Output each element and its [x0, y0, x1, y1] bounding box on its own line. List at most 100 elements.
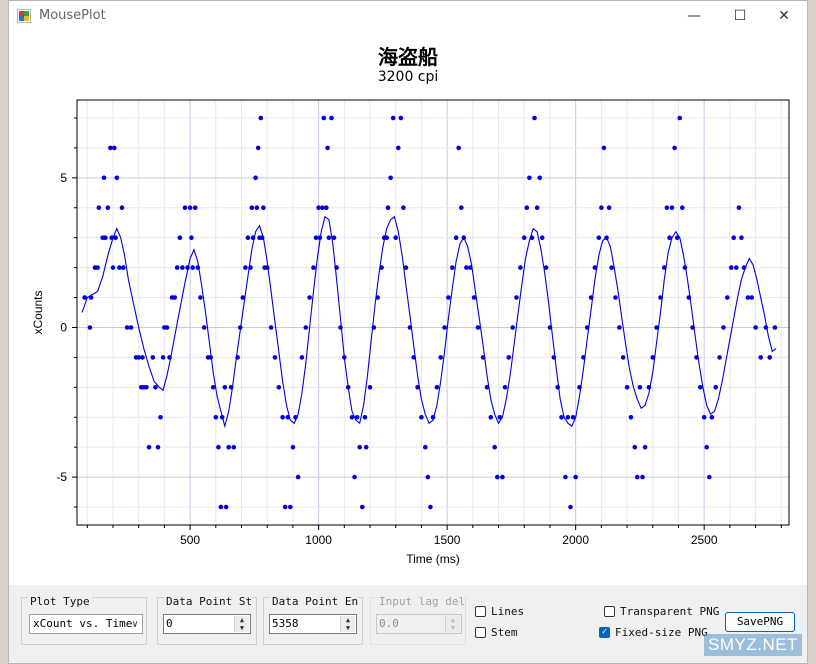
data-point: [396, 145, 401, 151]
stem-checkbox[interactable]: Stem: [475, 626, 518, 639]
data-point: [547, 325, 553, 330]
data-point: [667, 235, 672, 240]
data-point: [371, 325, 377, 330]
checkmark-icon[interactable]: ✓: [599, 627, 610, 638]
data-start-input[interactable]: 0 ▲ ▼: [163, 614, 251, 634]
data-start-spinner[interactable]: ▲ ▼: [234, 616, 249, 632]
data-point: [506, 355, 512, 360]
data-point: [128, 325, 134, 330]
plot-area[interactable]: 海盗船 3200 cpi 500 1000 1500 2000 2500 -5 0 5 Time…: [9, 31, 807, 585]
data-point: [249, 205, 255, 210]
data-point: [599, 205, 604, 210]
data-point: [563, 474, 568, 480]
title-bar[interactable]: MousePlot — ☐ ✕: [9, 1, 807, 31]
data-point: [293, 415, 298, 420]
data-point: [254, 205, 260, 210]
data-point: [248, 265, 253, 270]
maximize-button[interactable]: ☐: [717, 1, 763, 31]
data-point: [701, 415, 707, 420]
data-point: [690, 325, 695, 330]
checkbox-box[interactable]: [475, 606, 486, 617]
data-point: [375, 295, 381, 300]
data-point: [415, 385, 420, 390]
controls-panel: Plot Type xCount vs. Time ∨ Data Point S…: [9, 585, 807, 663]
plot-type-value: xCount vs. Time: [33, 617, 133, 630]
y-tick-label: -5: [56, 470, 67, 484]
checkbox-box[interactable]: [604, 606, 615, 617]
chevron-down-icon: ∨: [131, 619, 138, 630]
data-point: [709, 415, 715, 420]
input-lag-input[interactable]: 0.0 ▲ ▼: [376, 614, 462, 634]
data-point: [150, 355, 156, 360]
data-point: [201, 325, 207, 330]
data-end-value: 5358: [272, 617, 299, 630]
data-end-label: Data Point End: [270, 596, 358, 608]
data-point: [146, 444, 152, 450]
transparent-png-checkbox[interactable]: Transparent PNG: [604, 605, 719, 618]
data-end-spinner[interactable]: ▲ ▼: [340, 616, 355, 632]
spin-up-icon[interactable]: ▲: [235, 616, 249, 624]
data-point: [164, 325, 170, 330]
save-png-button[interactable]: SavePNG: [725, 612, 795, 632]
watermark: SMYZ.NET: [704, 634, 802, 656]
data-point: [317, 235, 323, 240]
data-point: [672, 145, 677, 151]
data-point: [640, 474, 645, 480]
data-point: [342, 355, 347, 360]
input-lag-spinner[interactable]: ▲ ▼: [445, 616, 460, 632]
data-point: [311, 265, 316, 270]
data-point: [174, 265, 180, 270]
data-point: [362, 415, 368, 420]
data-point: [617, 325, 622, 330]
data-point: [475, 325, 481, 330]
close-icon: ✕: [778, 8, 790, 24]
lines-checkbox[interactable]: Lines: [475, 605, 524, 618]
plot-type-label: Plot Type: [28, 596, 92, 608]
data-point: [468, 265, 473, 270]
fixed-size-png-checkbox[interactable]: ✓ Fixed-size PNG: [599, 626, 708, 639]
data-point: [222, 385, 228, 390]
data-point: [198, 295, 203, 300]
data-point: [637, 385, 643, 390]
data-point: [495, 474, 500, 480]
data-point: [521, 235, 527, 240]
data-point: [195, 265, 201, 270]
data-point: [446, 295, 451, 300]
spin-down-icon[interactable]: ▼: [446, 624, 460, 632]
data-point: [88, 295, 94, 300]
plot-type-select[interactable]: xCount vs. Time ∨: [29, 614, 143, 634]
spin-up-icon[interactable]: ▲: [341, 616, 355, 624]
data-point: [363, 444, 369, 450]
spin-down-icon[interactable]: ▼: [235, 624, 249, 632]
data-point: [632, 444, 638, 450]
plot-background[interactable]: [77, 100, 789, 525]
data-point: [105, 205, 111, 210]
data-point: [524, 205, 530, 210]
input-lag-group: Input lag delay 0.0 ▲ ▼: [370, 596, 466, 645]
data-point: [500, 474, 505, 480]
data-point: [461, 235, 467, 240]
data-point: [390, 115, 396, 121]
data-point: [393, 235, 399, 240]
data-point: [87, 325, 93, 330]
close-button[interactable]: ✕: [761, 1, 807, 31]
data-point: [338, 325, 343, 330]
data-point: [158, 415, 163, 420]
checkbox-box[interactable]: [475, 627, 486, 638]
data-point: [731, 235, 736, 240]
spin-up-icon[interactable]: ▲: [446, 616, 460, 624]
x-tick-label: 2000: [562, 533, 589, 547]
x-tick-label: 1500: [434, 533, 461, 547]
data-end-input[interactable]: 5358 ▲ ▼: [269, 614, 357, 634]
data-point: [713, 385, 718, 390]
input-lag-label: Input lag delay: [377, 596, 465, 608]
minimize-button[interactable]: —: [671, 1, 717, 31]
data-point: [763, 325, 769, 330]
spin-down-icon[interactable]: ▼: [341, 624, 355, 632]
data-point: [288, 504, 293, 510]
data-point: [325, 145, 330, 151]
data-point: [428, 504, 433, 510]
data-point: [403, 265, 409, 270]
data-point: [654, 325, 659, 330]
data-point: [609, 265, 614, 270]
